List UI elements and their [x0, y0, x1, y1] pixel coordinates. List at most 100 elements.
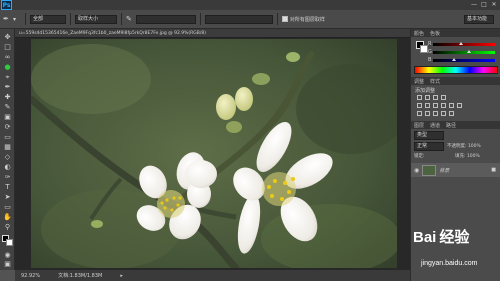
separator: [199, 13, 201, 25]
tab-adjustments[interactable]: 调整: [414, 78, 424, 85]
brush-icon[interactable]: ✎: [126, 15, 132, 23]
eye-icon[interactable]: ◉: [414, 167, 419, 174]
levels-icon[interactable]: [425, 95, 430, 100]
minimize-button[interactable]: —: [470, 1, 478, 8]
channel-r-label: R: [428, 41, 432, 47]
layer-row-background[interactable]: ◉ 背景 ■: [411, 163, 500, 177]
screen-mode-icon[interactable]: ▣: [3, 260, 12, 268]
eyedropper-icon[interactable]: ✒: [3, 15, 13, 23]
separator: [276, 13, 278, 25]
color-panel-tabs: 颜色 色板: [411, 29, 500, 37]
fill-field[interactable]: 填充: 100%: [455, 153, 480, 159]
blue-slider[interactable]: [433, 58, 495, 62]
selective-color-icon[interactable]: [449, 111, 454, 116]
red-slider-handle[interactable]: [459, 42, 464, 45]
red-slider-track: [433, 43, 495, 46]
move-tool-icon[interactable]: ✥: [3, 33, 12, 41]
dodge-tool-icon[interactable]: ◐: [3, 163, 12, 171]
separator: [25, 13, 26, 25]
background-color-swatch[interactable]: [6, 239, 13, 246]
healing-brush-tool-icon[interactable]: ✚: [3, 93, 12, 101]
document-info[interactable]: 文档:1.83M/1.83M: [58, 272, 102, 279]
close-button[interactable]: ✕: [490, 1, 498, 8]
posterize-icon[interactable]: [425, 111, 430, 116]
blur-tool-icon[interactable]: ◇: [3, 153, 12, 161]
tool-preset-icon[interactable]: ▾: [13, 16, 21, 23]
tolerance-field[interactable]: [135, 14, 196, 24]
maximize-button[interactable]: □: [480, 1, 488, 8]
vibrance-icon[interactable]: [417, 103, 422, 108]
blue-slider-track: [433, 59, 495, 62]
green-slider[interactable]: [433, 50, 495, 54]
document-workspace: u=559s4d15365416e_ZaeM9Fq3fc1b0_zaeM9l8f…: [15, 29, 410, 270]
opacity-field[interactable]: 不透明度: 100%: [447, 143, 481, 149]
option-field[interactable]: [204, 14, 273, 24]
lasso-tool-icon[interactable]: ∞: [3, 53, 12, 61]
zoom-level[interactable]: 92.92%: [21, 273, 40, 279]
path-selection-tool-icon[interactable]: ➤: [3, 193, 12, 201]
status-bar: 92.92% 文档:1.83M/1.83M ▸: [15, 270, 410, 281]
workspace-select[interactable]: 基本功能: [464, 14, 494, 24]
blend-mode-select[interactable]: 正常: [414, 142, 444, 151]
type-tool-icon[interactable]: T: [3, 183, 12, 191]
black-white-icon[interactable]: [441, 103, 446, 108]
zoom-tool-icon[interactable]: ⚲: [3, 223, 12, 231]
pen-tool-icon[interactable]: ✑: [3, 173, 12, 181]
gradient-tool-icon[interactable]: ▦: [3, 143, 12, 151]
tools-panel: ✥ □ ∞ ● ⌖ ✒ ✚ ✎ ▣ ⟳ ▭ ▦ ◇ ◐ ✑ T ➤ ▭ ✋ ⚲ …: [0, 29, 15, 270]
background-color-chip[interactable]: [420, 45, 428, 53]
document-tab[interactable]: u=559s4d15365416e_ZaeM9Fq3fc1b0_zaeM9l8f…: [15, 29, 410, 38]
channel-b-label: B: [428, 57, 432, 63]
options-bar: ✒ ▾ 全部 取样大小 ✎ 对所有图层取样 基本功能: [0, 10, 500, 29]
clone-stamp-tool-icon[interactable]: ▣: [3, 113, 12, 121]
layer-name: 背景: [439, 167, 450, 174]
tab-color[interactable]: 颜色: [414, 30, 424, 37]
photoshop-logo: Ps: [1, 0, 12, 10]
threshold-icon[interactable]: [433, 111, 438, 116]
marquee-tool-icon[interactable]: □: [3, 43, 12, 51]
color-balance-icon[interactable]: [433, 103, 438, 108]
red-slider[interactable]: [433, 42, 495, 46]
checkbox-checked-icon[interactable]: [281, 16, 288, 22]
tab-paths[interactable]: 路径: [446, 122, 456, 129]
green-slider-handle[interactable]: [467, 50, 472, 53]
adjustments-panel-tabs: 调整 样式: [411, 77, 500, 85]
sample-all-layers-label: 对所有图层取样: [289, 16, 325, 23]
quick-selection-tool-icon[interactable]: ●: [3, 63, 12, 71]
history-brush-tool-icon[interactable]: ⟳: [3, 123, 12, 131]
blossom-photo: [31, 39, 397, 268]
eyedropper-tool-icon[interactable]: ✒: [3, 83, 12, 91]
eraser-tool-icon[interactable]: ▭: [3, 133, 12, 141]
quick-mask-icon[interactable]: ◉: [3, 251, 12, 259]
channel-mixer-icon[interactable]: [457, 103, 462, 108]
baidu-jingyan-watermark: Bai 经验 jingyan.baidu.com: [411, 226, 497, 276]
color-spectrum-bar[interactable]: [414, 66, 498, 74]
photo-canvas[interactable]: [31, 39, 397, 268]
mode-select[interactable]: 全部: [30, 14, 66, 24]
hand-tool-icon[interactable]: ✋: [3, 213, 12, 221]
shape-tool-icon[interactable]: ▭: [3, 203, 12, 211]
tab-styles[interactable]: 样式: [430, 78, 440, 85]
sample-size-field[interactable]: 取样大小: [75, 14, 117, 24]
tab-swatches[interactable]: 色板: [430, 30, 440, 37]
hue-saturation-icon[interactable]: [425, 103, 430, 108]
layer-filter-select[interactable]: 类型: [414, 131, 444, 140]
exposure-icon[interactable]: [441, 95, 446, 100]
gradient-map-icon[interactable]: [441, 111, 446, 116]
tab-channels[interactable]: 通道: [430, 122, 440, 129]
status-arrow-icon[interactable]: ▸: [120, 273, 123, 279]
title-bar: Ps — □ ✕: [0, 0, 500, 10]
green-slider-track: [433, 51, 495, 54]
curves-icon[interactable]: [433, 95, 438, 100]
invert-icon[interactable]: [417, 111, 422, 116]
tab-layers[interactable]: 图层: [414, 122, 424, 129]
layer-thumbnail: [422, 164, 437, 176]
crop-tool-icon[interactable]: ⌖: [3, 73, 12, 81]
watermark-brand: Bai 经验: [413, 229, 470, 246]
channel-g-label: G: [428, 49, 432, 55]
brightness-icon[interactable]: [417, 95, 422, 100]
brush-tool-icon[interactable]: ✎: [3, 103, 12, 111]
add-adjustment-title: 添加调整: [415, 88, 436, 94]
photo-filter-icon[interactable]: [449, 103, 454, 108]
blue-slider-handle[interactable]: [451, 58, 456, 61]
